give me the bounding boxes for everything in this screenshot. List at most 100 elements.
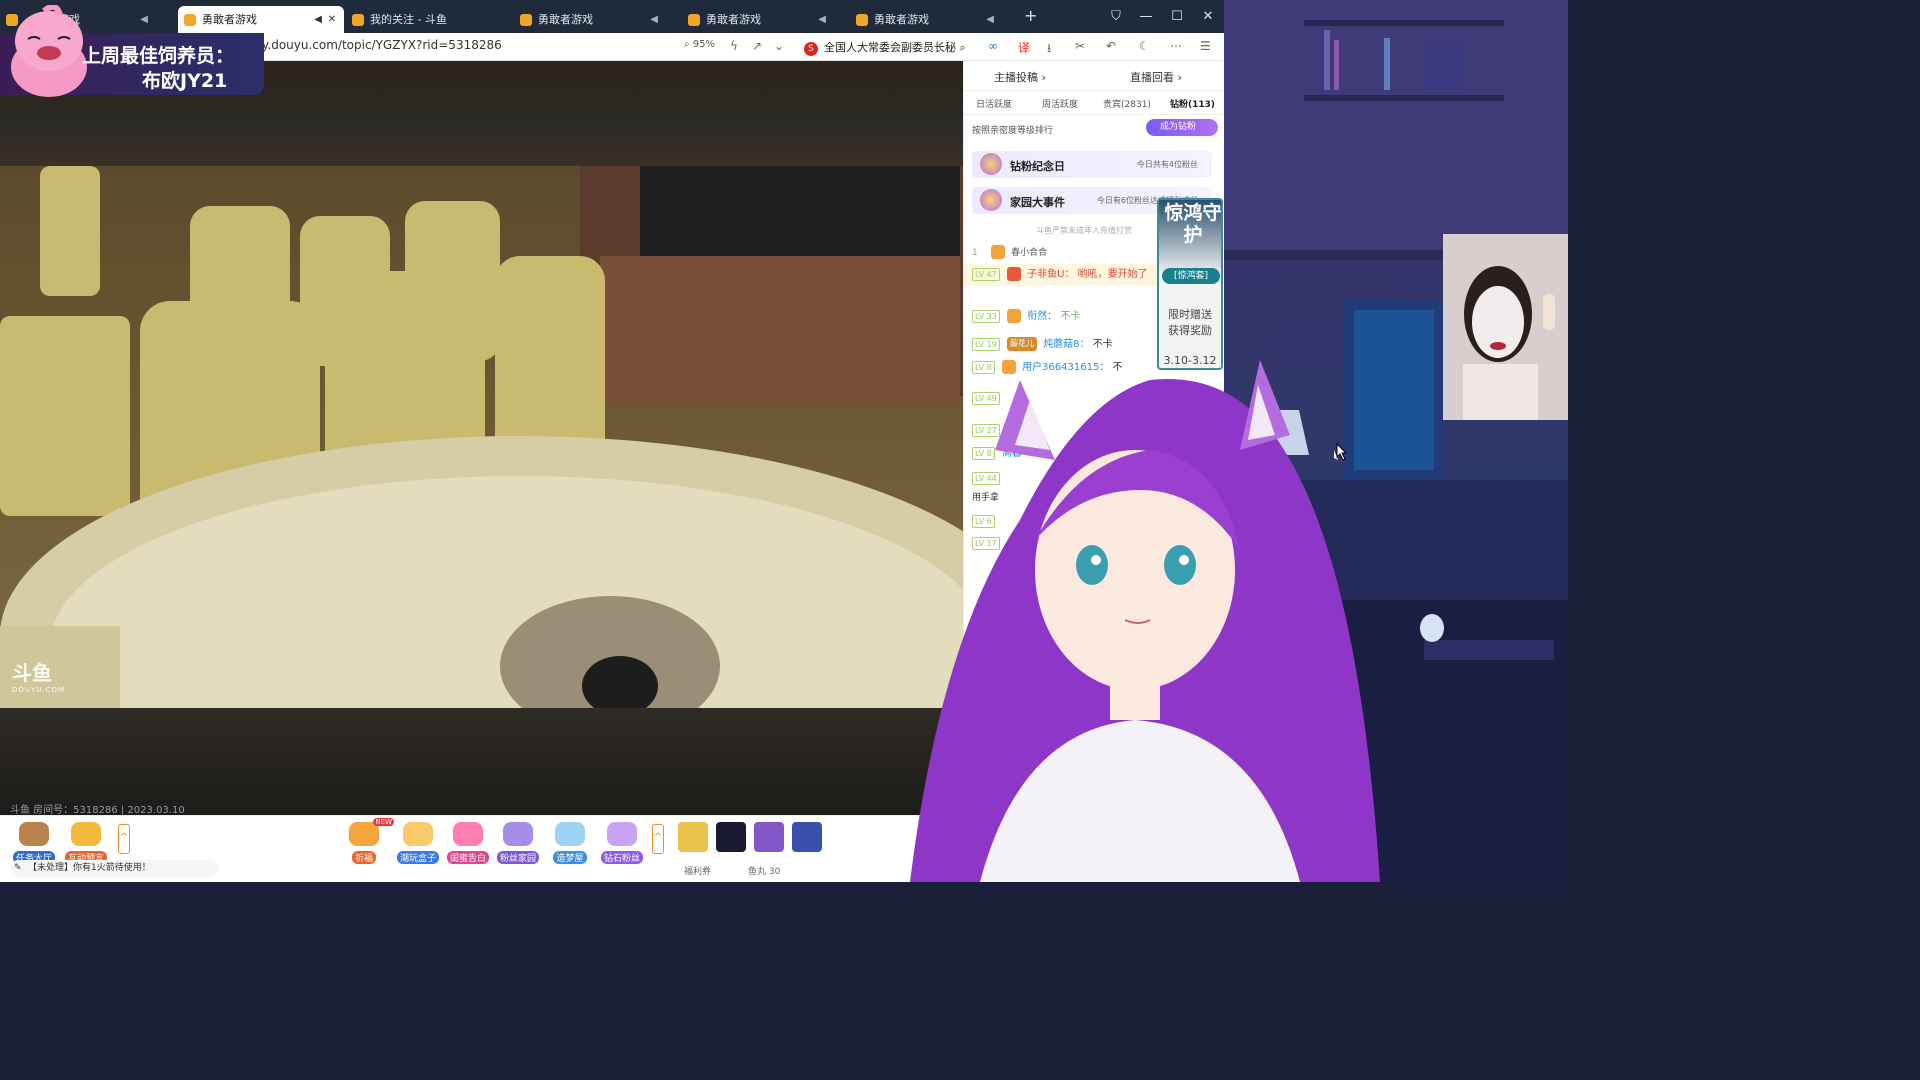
become-diamond-fan-button[interactable]: 成为钻粉 (1146, 119, 1218, 136)
blessing-button[interactable]: 祈福 NEW (342, 818, 394, 864)
banner-title: 上周最佳饲养员： (82, 45, 235, 67)
buu-mascot-icon (11, 5, 87, 97)
expand-left-button[interactable]: ^ (118, 824, 130, 854)
new-tab-button[interactable]: + (1024, 6, 1037, 25)
search-input[interactable]: 全国人大常委会副委员长秘 (824, 41, 956, 54)
tab-audio-icon[interactable]: ◀ (650, 6, 658, 33)
douyu-watermark-logo: 斗鱼 DOUYU.COM (12, 657, 65, 694)
streamer-webcam (1443, 234, 1568, 420)
bestie-confession-button[interactable]: 闺蜜告白 (446, 822, 490, 864)
fan-home-button[interactable]: 粉丝家园 (496, 822, 540, 864)
video-player[interactable]: 斗鱼 DOUYU.COM 斗鱼 房间号：5318286 | 2023.03.10 (0, 61, 963, 815)
share-icon[interactable]: ↗ (752, 39, 762, 53)
window-close-button[interactable]: ✕ (1193, 0, 1223, 33)
undo-icon[interactable]: ↶ (1106, 39, 1116, 53)
search-engine-logo-icon: S (804, 42, 818, 56)
fan-home-icon (503, 822, 533, 846)
dark-mode-icon[interactable]: ☾ (1139, 39, 1150, 53)
webcam-face-image (1443, 234, 1568, 420)
watermark-sub: DOUYU.COM (12, 686, 66, 694)
home-events-badge-icon (980, 189, 1002, 211)
zoom-level: 95% (692, 39, 716, 50)
douyu-favicon-icon (520, 14, 532, 26)
gift-rocket-icon[interactable] (716, 822, 746, 852)
coupon-label[interactable]: 福利券 (684, 864, 711, 877)
task-hall-button[interactable]: 任务大厅 (12, 822, 56, 864)
new-badge: NEW (373, 818, 394, 826)
tab-audio-icon[interactable]: ◀ (314, 6, 322, 33)
gift-box-icon[interactable] (754, 822, 784, 852)
tab-4[interactable]: 勇敢者游戏 ◀ (514, 6, 680, 33)
expand-gifts-button[interactable]: ^ (652, 824, 664, 854)
address-bar[interactable]: y.douyu.com/topic/YGZYX?rid=5318286 (262, 38, 502, 52)
diamond-anniversary-card[interactable]: 钻粉纪念日 今日共有4位粉丝 (972, 151, 1212, 178)
tab-bar: 游戏 ◀ 勇敢者游戏 ◀ ✕ 我的关注 - 斗鱼 勇敢者游戏 ◀ 勇敢者游戏 (0, 0, 1224, 33)
lightning-icon[interactable]: ϟ (730, 39, 738, 53)
prediction-icon (71, 822, 101, 846)
tab-daily-active[interactable]: 日活跃度 (976, 97, 1012, 110)
restaurant-scene-image (0, 166, 963, 708)
chat-message: LV 33 衔然： 不卡 (972, 309, 1080, 325)
tab-6[interactable]: 勇敢者游戏 ◀ (850, 6, 1016, 33)
chat-message: LV 47 子非鱼U： 哟吼，要开始了 (972, 267, 1148, 283)
zoom-indicator[interactable]: ⌕ 95% (684, 39, 715, 50)
window-pin-icon[interactable]: ⛉ (1101, 0, 1131, 33)
maximize-button[interactable]: ☐ (1162, 0, 1192, 33)
interactive-prediction-button[interactable]: 互动预言 (64, 822, 108, 864)
tab-diamond-fans[interactable]: 钻粉(113) (1170, 97, 1215, 110)
rank-sort-text: 按照亲密度等级排行 (972, 126, 1054, 136)
extension-infinity-icon[interactable]: ∞ (988, 39, 998, 53)
magnifier-icon: ⌕ (684, 39, 693, 50)
chevron-down-icon[interactable]: ⌄ (774, 39, 784, 53)
douyu-favicon-icon (688, 14, 700, 26)
fan-badge-icon (1006, 309, 1021, 323)
tab-2-active[interactable]: 勇敢者游戏 ◀ ✕ (178, 6, 344, 33)
search-engine-box[interactable]: S 全国人大常委会副委员长秘 ⌕ (804, 39, 966, 56)
rank-row: 1 春小合合 (972, 245, 1047, 261)
mouse-cursor-icon (1336, 443, 1348, 461)
tab-audio-icon[interactable]: ◀ (986, 6, 994, 33)
tab-audio-icon[interactable]: ◀ (140, 6, 148, 33)
task-hall-icon (19, 822, 49, 846)
diamond-fan-button[interactable]: 钻石粉丝 (600, 822, 644, 864)
rocket-icon: ✎ (14, 863, 22, 873)
douyu-favicon-icon (184, 14, 196, 26)
douyu-favicon-icon (856, 14, 868, 26)
video-frame-restaurant (0, 166, 963, 708)
tab-audio-icon[interactable]: ◀ (818, 6, 826, 33)
rocket-notice[interactable]: ✎ 【未处理】你有1火箭待使用！ (10, 860, 218, 877)
dream-house-button[interactable]: 造梦屋 (548, 822, 592, 864)
fan-badge-icon (1006, 267, 1021, 281)
tab-close-icon[interactable]: ✕ (328, 6, 336, 33)
download-icon[interactable]: ⭳ (1047, 39, 1051, 60)
fishball-label[interactable]: 鱼丸 30 (748, 864, 780, 877)
hamburger-menu-icon[interactable]: ☰ (1200, 39, 1211, 53)
trend-box-button[interactable]: 潮玩盒子 (396, 822, 440, 864)
tab-5[interactable]: 勇敢者游戏 ◀ (682, 6, 848, 33)
best-feeder-banner: 上周最佳饲养员： 布欧JY21 (0, 5, 264, 97)
minor-warning-text: 斗鱼严禁未成年人充值打赏 (1036, 226, 1132, 235)
banner-username: 布欧JY21 (142, 70, 228, 92)
watermark-text: 斗鱼 (12, 661, 52, 685)
tab-vip[interactable]: 贵宾(2831) (1103, 97, 1151, 110)
scissors-icon[interactable]: ✂ (1075, 39, 1085, 53)
trend-box-icon (403, 822, 433, 846)
gift-extra-icon[interactable] (792, 822, 822, 852)
anniversary-badge-icon (980, 153, 1002, 175)
douyu-favicon-icon (352, 14, 364, 26)
user-avatar-icon (990, 245, 1005, 259)
replay-link[interactable]: 直播回看 › (1130, 69, 1182, 85)
heart-gem-icon (453, 822, 483, 846)
tab-3[interactable]: 我的关注 - 斗鱼 (346, 6, 512, 33)
tab-weekly-active[interactable]: 周活跃度 (1042, 97, 1078, 110)
translate-icon[interactable]: 译 (1018, 39, 1030, 56)
more-menu-icon[interactable]: ⋯ (1170, 39, 1182, 53)
diamond-icon (607, 822, 637, 846)
panel-tabs: 日活跃度 周活跃度 贵宾(2831) 钻粉(113) (964, 91, 1224, 115)
anchor-submit-link[interactable]: 主播投稿 › (994, 69, 1046, 85)
vtuber-catgirl-avatar (910, 360, 1380, 882)
room-info-text: 斗鱼 房间号：5318286 | 2023.03.10 (10, 805, 185, 815)
video-blur-bottom (0, 708, 963, 815)
minimize-button[interactable]: — (1131, 0, 1161, 33)
gift-item-icon[interactable] (678, 822, 708, 852)
